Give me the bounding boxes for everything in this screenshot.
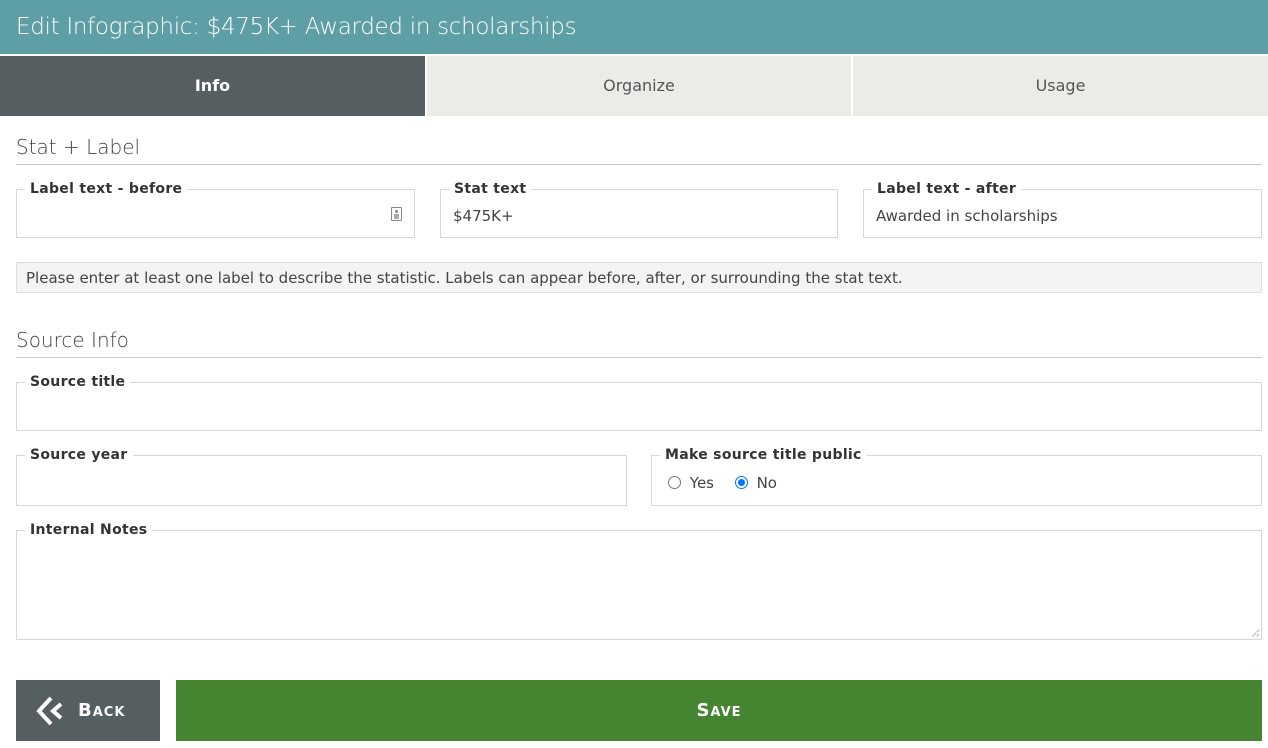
source-year-legend: Source year: [25, 447, 133, 463]
label-before-field[interactable]: Label text - before: [16, 181, 415, 238]
make-public-legend: Make source title public: [660, 447, 867, 463]
label-after-field[interactable]: Label text - after Awarded in scholarshi…: [863, 181, 1262, 238]
label-before-legend: Label text - before: [25, 181, 188, 197]
stat-text-value: $475K+: [453, 207, 514, 225]
back-label: Back: [78, 700, 126, 721]
label-after-legend: Label text - after: [872, 181, 1022, 197]
internal-notes-legend: Internal Notes: [25, 522, 153, 538]
radio-yes-option[interactable]: Yes: [668, 474, 719, 492]
source-title-field[interactable]: Source title: [16, 374, 1262, 431]
resize-handle-icon[interactable]: [1250, 628, 1260, 638]
stat-label-section-title: Stat + Label: [16, 135, 1262, 165]
page-title: Edit Infographic: $475K+ Awarded in scho…: [16, 14, 577, 40]
tab-organize[interactable]: Organize: [427, 56, 851, 116]
double-chevron-left-icon: [36, 696, 63, 726]
make-public-fieldset: Make source title public Yes No: [651, 447, 1262, 506]
internal-notes-field[interactable]: Internal Notes: [16, 522, 1262, 640]
radio-no-option[interactable]: No: [734, 474, 777, 492]
radio-no-label: No: [756, 474, 777, 492]
radio-yes-label: Yes: [689, 474, 714, 492]
radio-no[interactable]: [734, 476, 748, 489]
stat-text-legend: Stat text: [449, 181, 532, 197]
label-after-value: Awarded in scholarships: [876, 207, 1058, 225]
tab-usage[interactable]: Usage: [853, 56, 1268, 116]
help-text: Please enter at least one label to descr…: [16, 262, 1262, 293]
tab-bar: Info Organize Usage: [0, 56, 1268, 116]
source-year-field[interactable]: Source year: [16, 447, 627, 506]
tab-info[interactable]: Info: [0, 56, 425, 116]
page-header: Edit Infographic: $475K+ Awarded in scho…: [0, 0, 1268, 54]
back-button[interactable]: Back: [16, 680, 160, 741]
source-title-legend: Source title: [25, 374, 131, 390]
source-info-section-title: Source Info: [16, 328, 1262, 358]
stat-text-field[interactable]: Stat text $475K+: [440, 181, 838, 238]
save-button[interactable]: Save: [176, 680, 1262, 741]
contact-card-icon[interactable]: [391, 207, 402, 221]
radio-yes[interactable]: [668, 476, 681, 489]
